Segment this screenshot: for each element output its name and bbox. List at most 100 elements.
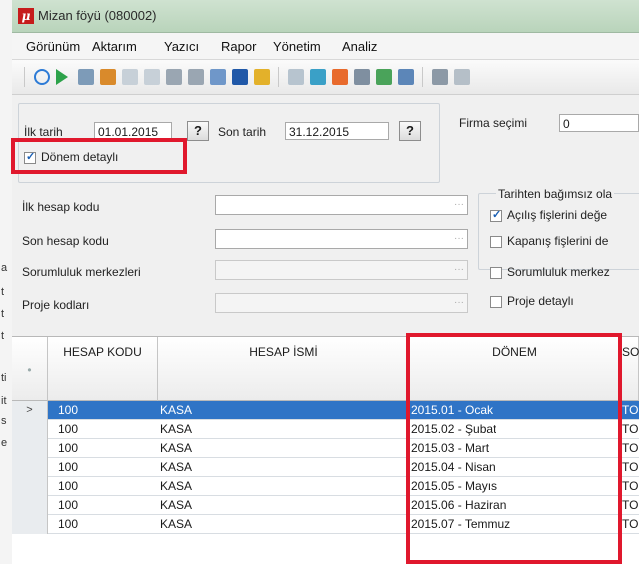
table-row[interactable]: >100 KASA 2015.01 - Ocak TO — [12, 401, 639, 420]
menu-bar: Görünüm Aktarım Yazıcı Rapor Yönetim Ana… — [12, 33, 639, 60]
closing-entries-checkbox[interactable] — [490, 236, 502, 248]
cell-account-code: 100 — [58, 498, 79, 512]
last-account-label: Son hesap kodu — [22, 234, 109, 248]
cell-period: 2015.05 - Mayıs — [411, 479, 498, 493]
cell-account-name: KASA — [160, 479, 193, 493]
menu-yonetim[interactable]: Yönetim — [273, 39, 321, 54]
cell-account-code: 100 — [58, 422, 79, 436]
date-group — [18, 103, 440, 183]
cell-next: TO — [622, 460, 639, 474]
cell-account-name: KASA — [160, 422, 193, 436]
menu-gorunum[interactable]: Görünüm — [26, 39, 80, 54]
chart-icon[interactable] — [310, 69, 326, 85]
app-logo-icon: μ — [18, 8, 34, 24]
last-account-input[interactable]: ··· — [215, 229, 468, 249]
window-title: Mizan föyü (080002) — [38, 8, 157, 23]
period-detail-checkbox[interactable] — [24, 150, 36, 164]
cell-next: TO — [622, 422, 639, 436]
cell-account-name: KASA — [160, 403, 193, 417]
responsibility-detail-checkbox[interactable] — [490, 267, 502, 279]
run-icon[interactable] — [56, 69, 68, 85]
cell-period: 2015.07 - Temmuz — [411, 517, 511, 531]
cell-account-name: KASA — [160, 441, 193, 455]
refresh-icon[interactable] — [34, 69, 50, 85]
cell-next: TO — [622, 479, 639, 493]
list-icon[interactable] — [100, 69, 116, 85]
opening-entries-checkbox[interactable] — [490, 208, 502, 222]
row-indicator[interactable] — [12, 420, 48, 439]
firm-selection-input[interactable]: 0 — [559, 114, 639, 132]
cell-period: 2015.06 - Haziran — [411, 498, 507, 512]
responsibility-detail-label: Sorumluluk merkez — [507, 265, 610, 279]
menu-rapor[interactable]: Rapor — [221, 39, 256, 54]
start-date-input[interactable]: 01.01.2015 — [94, 122, 172, 140]
row-indicator[interactable] — [12, 496, 48, 515]
row-indicator[interactable]: > — [12, 401, 48, 420]
start-date-picker-button[interactable]: ? — [187, 121, 209, 141]
table-row[interactable]: 100 KASA 2015.03 - Mart TO — [12, 439, 639, 458]
project-detail-checkbox[interactable] — [490, 296, 502, 308]
preview-icon[interactable] — [454, 69, 470, 85]
project-detail-label: Proje detaylı — [507, 294, 574, 308]
menu-analiz[interactable]: Analiz — [342, 39, 377, 54]
mizan-window: μ Mizan föyü (080002) Görünüm Aktarım Ya… — [11, 0, 639, 565]
back-icon[interactable] — [188, 69, 204, 85]
project-codes-label: Proje kodları — [22, 298, 90, 312]
cell-account-code: 100 — [58, 441, 79, 455]
tree-icon[interactable] — [122, 69, 138, 85]
results-grid: • HESAP KODU HESAP İSMİ DÖNEM SO >100 KAS… — [12, 336, 639, 565]
table-row[interactable]: 100 KASA 2015.05 - Mayıs TO — [12, 477, 639, 496]
cell-account-code: 100 — [58, 479, 79, 493]
column-header-account-code[interactable]: HESAP KODU — [48, 337, 158, 401]
cell-account-name: KASA — [160, 498, 193, 512]
link-icon[interactable] — [254, 69, 270, 85]
toolbar-separator — [24, 67, 25, 87]
print-icon[interactable] — [432, 69, 448, 85]
row-indicator[interactable] — [12, 439, 48, 458]
first-account-input[interactable]: ··· — [215, 195, 468, 215]
row-header-corner[interactable]: • — [12, 337, 48, 401]
attach-icon[interactable] — [398, 69, 414, 85]
grid-view-icon[interactable] — [78, 69, 94, 85]
closing-entries-label: Kapanış fişlerini de — [507, 234, 609, 248]
row-indicator[interactable] — [12, 477, 48, 496]
cell-next: TO — [622, 403, 639, 417]
cell-account-code: 100 — [58, 403, 79, 417]
column-header-next[interactable]: SO — [620, 337, 639, 401]
end-date-label: Son tarih — [218, 125, 267, 139]
end-date-input[interactable]: 31.12.2015 — [285, 122, 389, 140]
edit-icon[interactable] — [376, 69, 392, 85]
row-indicator[interactable] — [12, 458, 48, 477]
cell-next: TO — [622, 517, 639, 531]
project-codes-input[interactable]: ··· — [215, 293, 468, 313]
end-date-picker-button[interactable]: ? — [399, 121, 421, 141]
toolbar — [12, 60, 639, 95]
table-row[interactable]: 100 KASA 2015.06 - Haziran TO — [12, 496, 639, 515]
table-row[interactable]: 100 KASA 2015.04 - Nisan TO — [12, 458, 639, 477]
options-group — [478, 193, 639, 270]
cell-period: 2015.03 - Mart — [411, 441, 490, 455]
save-icon[interactable] — [232, 69, 248, 85]
cell-period: 2015.02 - Şubat — [411, 422, 497, 436]
menu-yazici[interactable]: Yazıcı — [164, 39, 199, 54]
column-header-account-name[interactable]: HESAP İSMİ — [158, 337, 410, 401]
settings-icon[interactable] — [288, 69, 304, 85]
menu-aktarim[interactable]: Aktarım — [92, 39, 137, 54]
table-row[interactable]: 100 KASA 2015.02 - Şubat TO — [12, 420, 639, 439]
opening-entries-label: Açılış fişlerini değe — [507, 208, 608, 222]
title-bar[interactable]: μ Mizan föyü (080002) — [12, 0, 639, 33]
table-row[interactable]: 100 KASA 2015.07 - Temmuz TO — [12, 515, 639, 534]
filter-icon[interactable] — [144, 69, 160, 85]
cell-account-code: 100 — [58, 517, 79, 531]
cell-account-code: 100 — [58, 460, 79, 474]
table-icon[interactable] — [210, 69, 226, 85]
copy-icon[interactable] — [354, 69, 370, 85]
cell-period: 2015.01 - Ocak — [411, 403, 494, 417]
forward-icon[interactable] — [166, 69, 182, 85]
start-date-label: İlk tarih — [24, 125, 63, 139]
responsibility-centers-input[interactable]: ··· — [215, 260, 468, 280]
excel-icon[interactable] — [332, 69, 348, 85]
column-header-period[interactable]: DÖNEM — [410, 337, 620, 401]
row-indicator[interactable] — [12, 515, 48, 534]
cell-period: 2015.04 - Nisan — [411, 460, 496, 474]
